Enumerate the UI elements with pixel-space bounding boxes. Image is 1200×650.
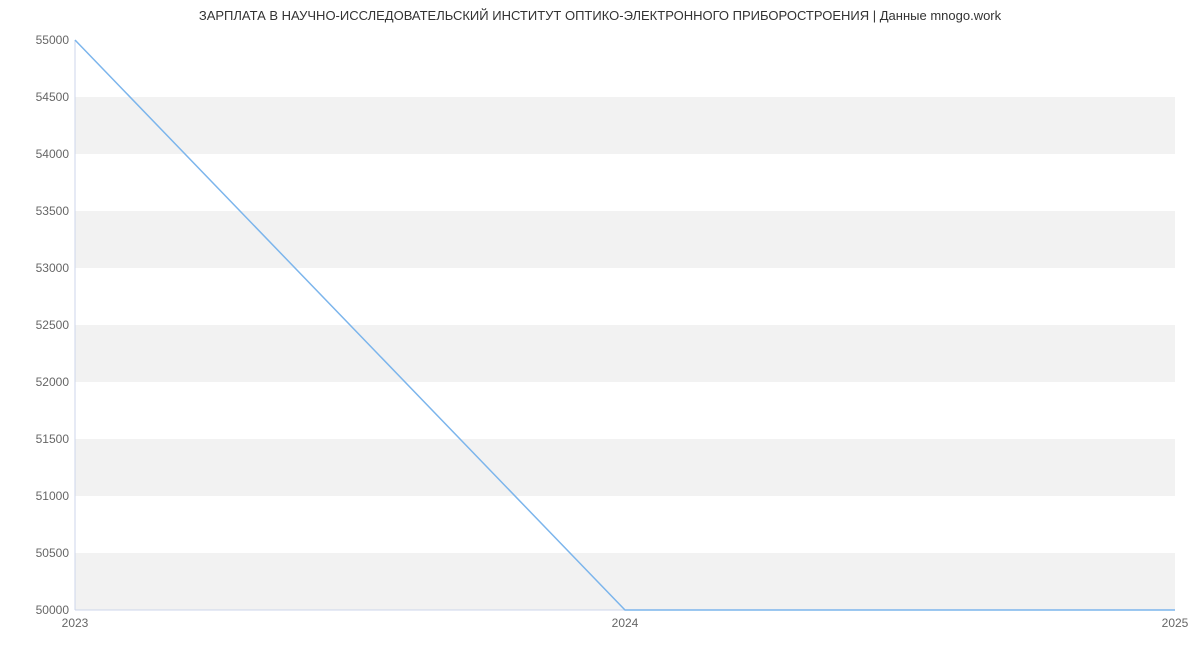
y-tick-label: 53500 [36, 204, 69, 218]
y-tick-label: 54500 [36, 90, 69, 104]
grid-bands [75, 97, 1175, 610]
y-tick-label: 55000 [36, 33, 69, 47]
chart-svg [75, 40, 1175, 610]
y-tick-label: 50500 [36, 546, 69, 560]
x-tick-label: 2024 [612, 616, 639, 630]
y-tick-label: 50000 [36, 603, 69, 617]
y-tick-label: 54000 [36, 147, 69, 161]
chart-title: ЗАРПЛАТА В НАУЧНО-ИССЛЕДОВАТЕЛЬСКИЙ ИНСТ… [0, 8, 1200, 23]
x-tick-label: 2025 [1162, 616, 1189, 630]
y-tick-label: 51500 [36, 432, 69, 446]
y-tick-label: 52500 [36, 318, 69, 332]
x-tick-label: 2023 [62, 616, 89, 630]
y-tick-label: 52000 [36, 375, 69, 389]
chart-container: ЗАРПЛАТА В НАУЧНО-ИССЛЕДОВАТЕЛЬСКИЙ ИНСТ… [0, 0, 1200, 650]
y-tick-label: 53000 [36, 261, 69, 275]
plot-area: 5000050500510005150052000525005300053500… [75, 40, 1175, 610]
y-tick-label: 51000 [36, 489, 69, 503]
